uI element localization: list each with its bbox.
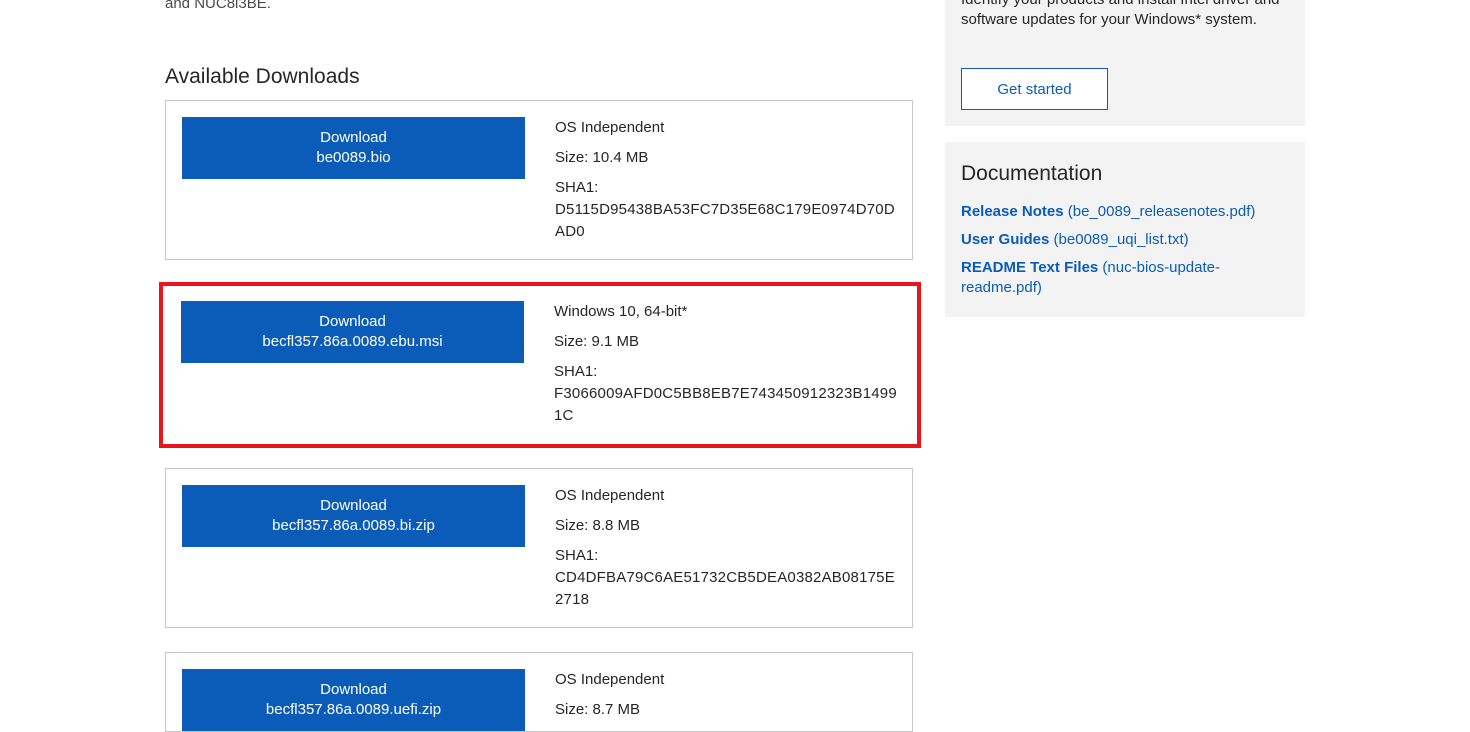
available-downloads-heading: Available Downloads xyxy=(165,65,360,88)
download-filename: becfl357.86a.0089.uefi.zip xyxy=(265,701,442,718)
documentation-panel: Documentation Release Notes (be_0089_rel… xyxy=(945,142,1305,317)
sha1-value: D5115D95438BA53FC7D35E68C179E0974D70DAD0 xyxy=(555,201,895,240)
sha1-value: F3066009AFD0C5BB8EB7E743450912323B14991C xyxy=(554,385,897,424)
doc-link-title: User Guides xyxy=(961,231,1050,248)
os-label: OS Independent xyxy=(555,119,665,136)
download-info: Windows 10, 64-bit* Size: 9.1 MB SHA1: F… xyxy=(554,301,899,427)
download-button-label: Download xyxy=(320,681,387,698)
sha1-label: SHA1: xyxy=(555,547,599,564)
download-card: Download be0089.bio OS Independent Size:… xyxy=(165,100,913,260)
user-guides-link[interactable]: User Guides (be0089_uqi_list.txt) xyxy=(961,230,1289,250)
sha1-value: CD4DFBA79C6AE51732CB5DEA0382AB08175E2718 xyxy=(555,569,895,608)
download-filename: be0089.bio xyxy=(316,149,391,166)
download-button[interactable]: Download becfl357.86a.0089.bi.zip xyxy=(182,485,525,547)
doc-link-title: README Text Files xyxy=(961,259,1099,276)
doc-link-title: Release Notes xyxy=(961,203,1064,220)
intro-text: and NUC8i3BE. xyxy=(165,0,271,12)
release-notes-link[interactable]: Release Notes (be_0089_releasenotes.pdf) xyxy=(961,202,1289,222)
download-button-label: Download xyxy=(320,497,387,514)
download-filename: becfl357.86a.0089.ebu.msi xyxy=(262,333,443,350)
os-label: Windows 10, 64-bit* xyxy=(554,303,688,320)
download-filename: becfl357.86a.0089.bi.zip xyxy=(272,517,435,534)
download-info: OS Independent Size: 8.7 MB xyxy=(555,669,900,729)
doc-link-file: (be0089_uqi_list.txt) xyxy=(1053,231,1189,248)
download-card: Download becfl357.86a.0089.bi.zip OS Ind… xyxy=(165,468,913,628)
driver-assistant-text: Identify your products and install Intel… xyxy=(961,0,1280,28)
download-info: OS Independent Size: 10.4 MB SHA1: D5115… xyxy=(555,117,900,243)
download-button[interactable]: Download becfl357.86a.0089.uefi.zip xyxy=(182,669,525,731)
size-label: Size: 10.4 MB xyxy=(555,149,649,166)
sha1-label: SHA1: xyxy=(555,179,599,196)
get-started-button[interactable]: Get started xyxy=(961,68,1108,110)
download-info: OS Independent Size: 8.8 MB SHA1: CD4DFB… xyxy=(555,485,900,611)
download-button-label: Download xyxy=(320,129,387,146)
documentation-heading: Documentation xyxy=(961,162,1103,185)
size-label: Size: 9.1 MB xyxy=(554,333,640,350)
download-button[interactable]: Download becfl357.86a.0089.ebu.msi xyxy=(181,301,524,363)
doc-link-file: (be_0089_releasenotes.pdf) xyxy=(1067,203,1256,220)
os-label: OS Independent xyxy=(555,487,665,504)
download-card: Download becfl357.86a.0089.uefi.zip OS I… xyxy=(165,652,913,732)
sha1-label: SHA1: xyxy=(554,363,598,380)
size-label: Size: 8.7 MB xyxy=(555,701,641,718)
download-button[interactable]: Download be0089.bio xyxy=(182,117,525,179)
os-label: OS Independent xyxy=(555,671,665,688)
download-card-highlighted: Download becfl357.86a.0089.ebu.msi Windo… xyxy=(159,282,921,448)
readme-link[interactable]: README Text Files (nuc-bios-update-readm… xyxy=(961,258,1289,298)
download-button-label: Download xyxy=(319,313,386,330)
driver-assistant-panel: Identify your products and install Intel… xyxy=(945,0,1305,126)
size-label: Size: 8.8 MB xyxy=(555,517,641,534)
